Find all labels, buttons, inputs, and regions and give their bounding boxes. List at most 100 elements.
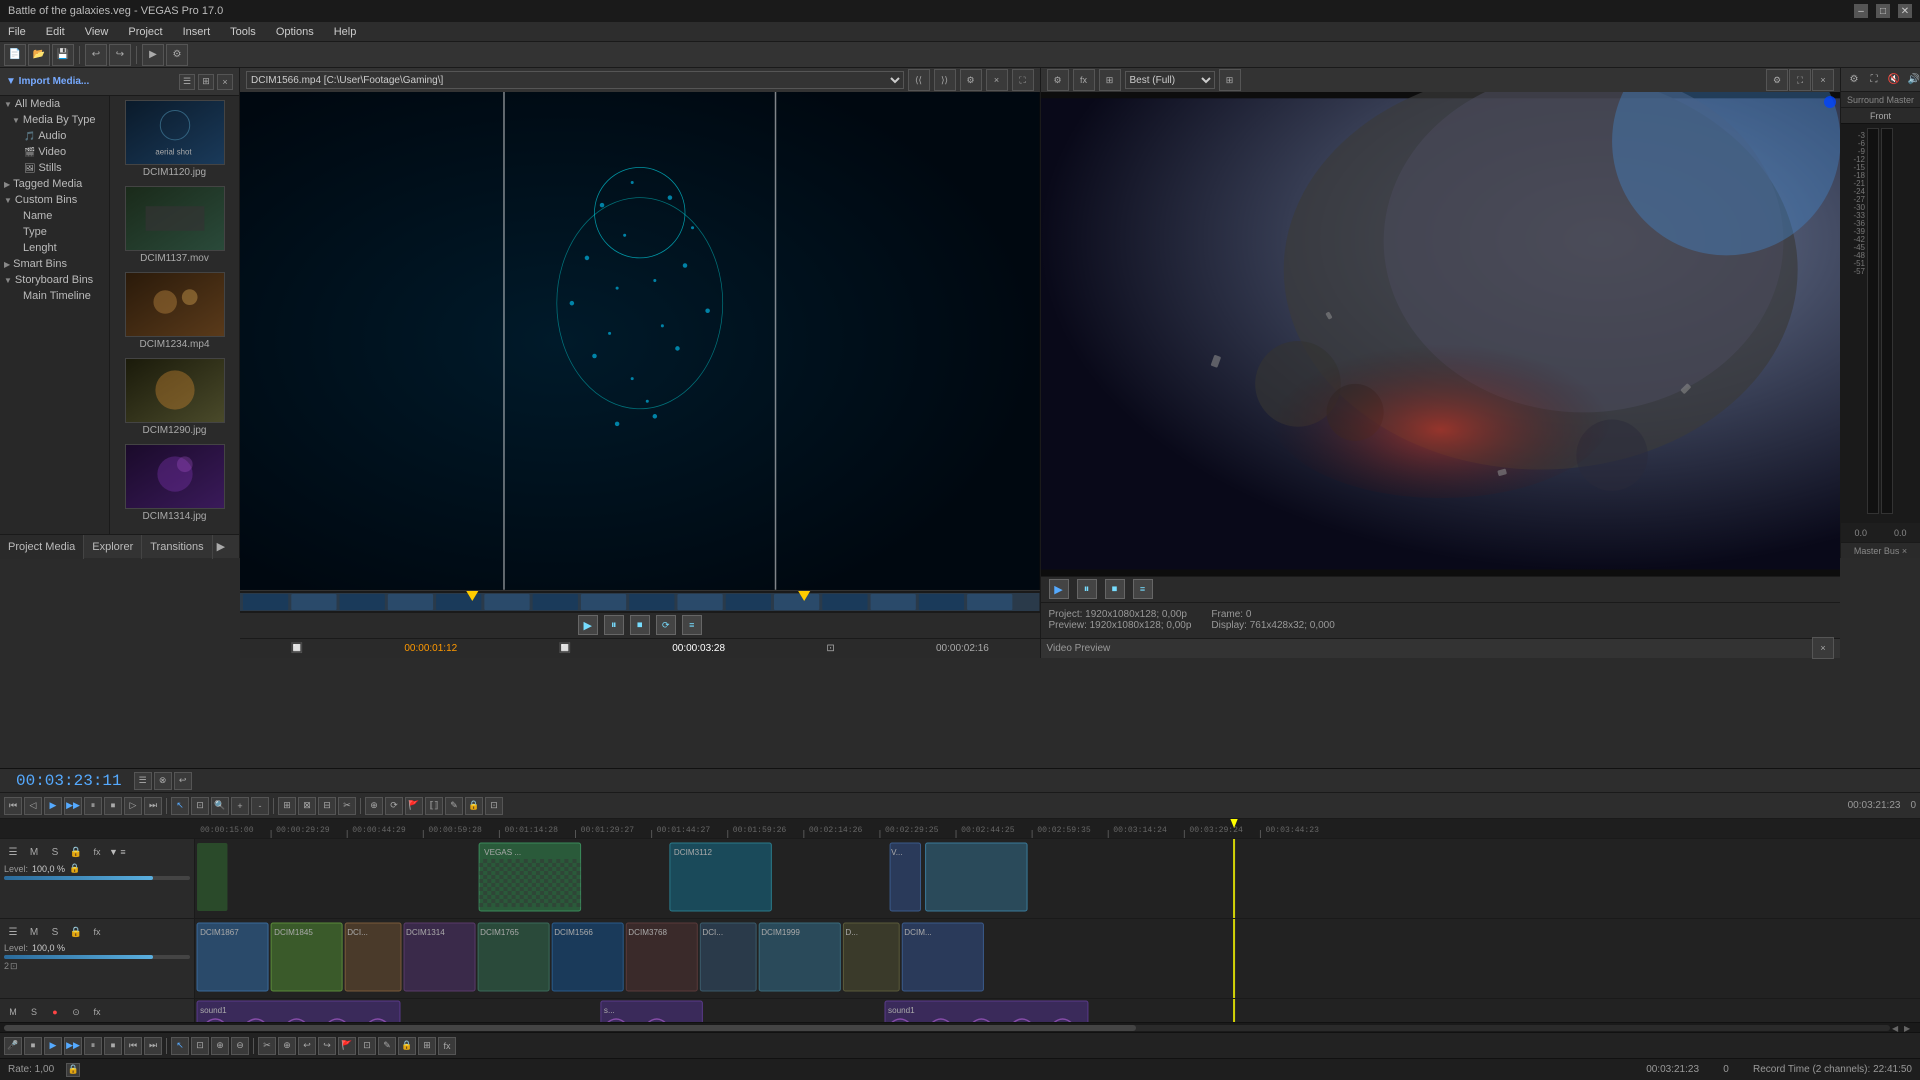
import-media-label[interactable]: ▼ Import Media... (6, 76, 89, 87)
at1-rec-btn[interactable]: ● (46, 1003, 64, 1021)
surround-vol-btn[interactable]: 🔊 (1905, 71, 1920, 89)
trimmer-stop-btn[interactable]: ⏹ (630, 615, 650, 635)
pm-grid-btn[interactable]: ⊞ (198, 74, 214, 90)
tl-cursor-btn[interactable]: ↖ (171, 797, 189, 815)
vp-close-footer-btn[interactable]: × (1812, 637, 1834, 659)
tl-edit-btn[interactable]: ✎ (445, 797, 463, 815)
bt-redo-btn[interactable]: ↪ (318, 1037, 336, 1055)
render-button[interactable]: ▶ (142, 44, 164, 66)
bt-edit-btn[interactable]: ✎ (378, 1037, 396, 1055)
tl-next-frame-btn[interactable]: ▷ (124, 797, 142, 815)
trimmer-close-btn[interactable]: × (986, 69, 1008, 91)
track1-level-slider[interactable] (4, 876, 190, 880)
vp-fullscreen-btn[interactable]: ⛶ (1789, 69, 1811, 91)
tab-project-media[interactable]: Project Media (0, 535, 84, 559)
timeline-scrollbar[interactable]: ◀ ▶ (0, 1022, 1920, 1032)
scroll-left-btn[interactable]: ◀ (1892, 1024, 1904, 1032)
trimmer-pause-btn[interactable]: ⏸ (604, 615, 624, 635)
surround-size-btn[interactable]: ⛶ (1865, 71, 1883, 89)
vp-settings-btn2[interactable]: ⚙ (1766, 69, 1788, 91)
close-button[interactable]: ✕ (1898, 4, 1912, 18)
surround-settings-btn[interactable]: ⚙ (1845, 71, 1863, 89)
tree-video[interactable]: 🎬 Video (0, 144, 109, 160)
left-panel-expand[interactable]: ▶ (213, 540, 229, 553)
tree-stills[interactable]: 🖼 Stills (0, 160, 109, 176)
new-button[interactable]: 📄 (4, 44, 26, 66)
undo-button[interactable]: ↩ (85, 44, 107, 66)
status-lock-btn[interactable]: 🔒 (66, 1063, 80, 1077)
trimmer-next-btn[interactable]: ⟩⟩ (934, 69, 956, 91)
tl-rewind-btn[interactable]: ⏮ (4, 797, 22, 815)
surround-mute-btn[interactable]: 🔇 (1885, 71, 1903, 89)
bt-fx-btn[interactable]: fx (438, 1037, 456, 1055)
vp-grid-btn[interactable]: ⊞ (1219, 69, 1241, 91)
menu-edit[interactable]: Edit (42, 26, 69, 38)
bt-stop-rec-btn[interactable]: ⏹ (24, 1037, 42, 1055)
track2-level-slider[interactable] (4, 955, 190, 959)
tl-pause-btn[interactable]: ⏸ (84, 797, 102, 815)
tree-audio[interactable]: 🎵 Audio (0, 128, 109, 144)
tree-media-by-type[interactable]: ▼ Media By Type (0, 112, 109, 128)
at1-solo-btn[interactable]: S (25, 1003, 43, 1021)
at1-mute-btn[interactable]: M (4, 1003, 22, 1021)
tl-loop-play-btn[interactable]: ▶▶ (64, 797, 82, 815)
vp-quality-select[interactable]: Best (Full) (1125, 71, 1215, 89)
thumbnail-item-3[interactable]: DCIM1234.mp4 (114, 272, 235, 350)
bt-play-rec-btn[interactable]: ▶ (44, 1037, 62, 1055)
tl-stop-btn[interactable]: ⏹ (104, 797, 122, 815)
bt-marker-btn[interactable]: ⊡ (358, 1037, 376, 1055)
tl-snap-btn[interactable]: ⊕ (365, 797, 383, 815)
tl-ripple-btn[interactable]: ⊞ (278, 797, 296, 815)
tl-end-btn[interactable]: ⏭ (144, 797, 162, 815)
trimmer-settings-btn[interactable]: ⚙ (960, 69, 982, 91)
tree-all-media[interactable]: ▼ All Media (0, 96, 109, 112)
tree-custom-bins[interactable]: ▼ Custom Bins (0, 192, 109, 208)
menu-help[interactable]: Help (330, 26, 361, 38)
tree-smart-bins[interactable]: ▶ Smart Bins (0, 256, 109, 272)
tab-explorer[interactable]: Explorer (84, 535, 142, 559)
thumbnail-item-5[interactable]: DCIM1314.jpg (114, 444, 235, 522)
trimmer-play-btn[interactable]: ▶ (578, 615, 598, 635)
bt-flag-btn[interactable]: 🚩 (338, 1037, 356, 1055)
trimmer-scrubber[interactable] (240, 590, 1040, 612)
minimize-button[interactable]: – (1854, 4, 1868, 18)
bt-undo-btn[interactable]: ↩ (298, 1037, 316, 1055)
vp-stop-btn[interactable]: ⏹ (1105, 579, 1125, 599)
track1-fx-btn[interactable]: fx (88, 843, 106, 861)
bt-snap-btn[interactable]: ⊕ (278, 1037, 296, 1055)
bt-back-btn[interactable]: ⏮ (124, 1037, 142, 1055)
tl-magnet-btn[interactable]: ⊗ (154, 772, 172, 790)
menu-options[interactable]: Options (272, 26, 318, 38)
maximize-button[interactable]: □ (1876, 4, 1890, 18)
at1-fx-btn[interactable]: fx (88, 1003, 106, 1021)
trimmer-split-btn[interactable]: ≡ (682, 615, 702, 635)
tl-zoom-btn[interactable]: 🔍 (211, 797, 229, 815)
vp-fx-btn[interactable]: fx (1073, 69, 1095, 91)
track1-list-btn[interactable]: ☰ (4, 843, 22, 861)
tree-lenght[interactable]: Lenght (0, 240, 109, 256)
vp-settings-btn[interactable]: ⚙ (1047, 69, 1069, 91)
menu-view[interactable]: View (81, 26, 113, 38)
track2-lock-btn[interactable]: 🔒 (67, 923, 85, 941)
tl-zoom-in-btn[interactable]: + (231, 797, 249, 815)
bt-pause-btn[interactable]: ⏸ (84, 1037, 102, 1055)
save-button[interactable]: 💾 (52, 44, 74, 66)
tl-select-btn[interactable]: ⊡ (191, 797, 209, 815)
pm-close-btn[interactable]: × (217, 74, 233, 90)
tl-undo-btn[interactable]: ↩ (174, 772, 192, 790)
tl-group-btn[interactable]: ⊡ (485, 797, 503, 815)
track1-level-lock[interactable]: 🔒 (69, 863, 80, 874)
vp-close-btn[interactable]: × (1812, 69, 1834, 91)
thumbnail-item-4[interactable]: DCIM1290.jpg (114, 358, 235, 436)
bt-mic-btn[interactable]: 🎤 (4, 1037, 22, 1055)
track1-solo-btn[interactable]: S (46, 843, 64, 861)
vp-pause-btn[interactable]: ⏸ (1077, 579, 1097, 599)
tl-glue-btn[interactable]: ⊠ (298, 797, 316, 815)
track2-solo-btn[interactable]: S (46, 923, 64, 941)
at1-pan-btn[interactable]: ⊙ (67, 1003, 85, 1021)
tree-tagged-media[interactable]: ▶ Tagged Media (0, 176, 109, 192)
vp-play-btn[interactable]: ▶ (1049, 579, 1069, 599)
bt-stop-btn[interactable]: ⏹ (104, 1037, 122, 1055)
trimmer-prev-btn[interactable]: ⟨⟨ (908, 69, 930, 91)
trimmer-fullscreen-btn[interactable]: ⛶ (1012, 69, 1034, 91)
